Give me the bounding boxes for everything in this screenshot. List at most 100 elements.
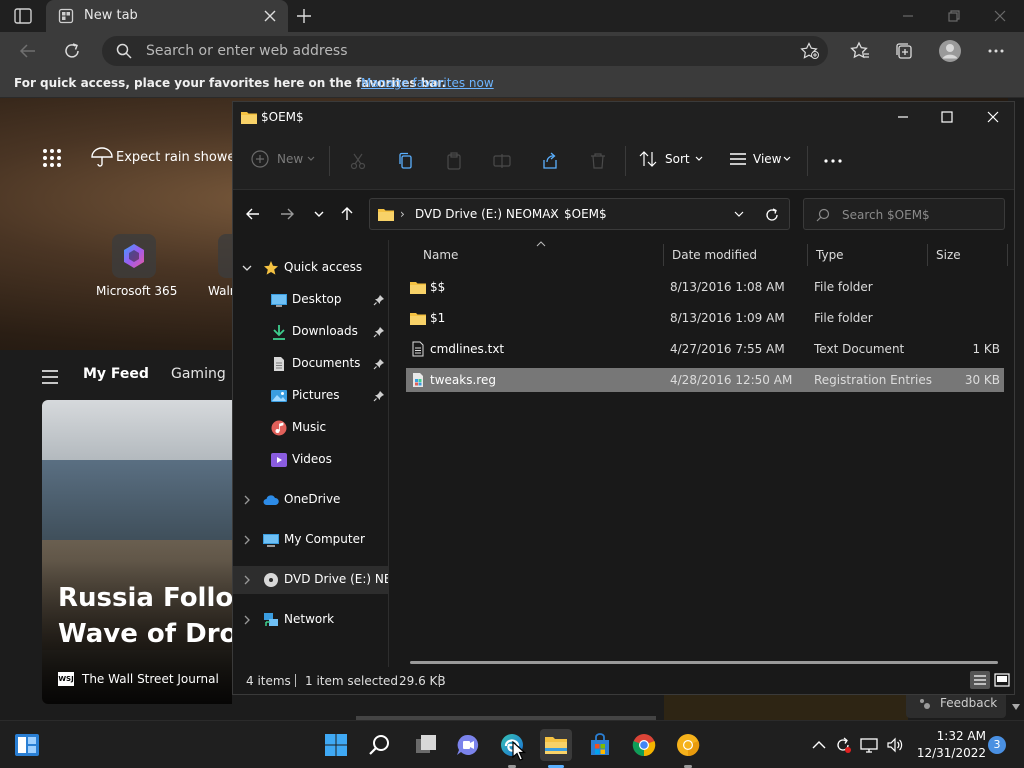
tree-item-pictures[interactable]: Pictures [233,382,388,410]
tree-item-my-computer[interactable]: My Computer [233,526,388,554]
tree-item-documents[interactable]: Documents [233,350,388,378]
explorer-title-bar[interactable]: $OEM$ [233,102,1014,132]
close-icon[interactable] [262,8,278,24]
pin-icon[interactable] [373,358,385,370]
more-options-icon[interactable] [986,41,1006,61]
navigation-bar: › DVD Drive (E:) NEOMAX › $OEM$ [233,190,1014,240]
breadcrumb-oem[interactable]: $OEM$ [564,207,607,221]
horizontal-scrollbar[interactable] [410,661,998,664]
collections-icon[interactable] [894,41,914,61]
chevron-right-icon[interactable] [241,534,253,546]
restore-icon[interactable] [946,8,962,24]
address-bar[interactable] [102,36,828,66]
sort-button[interactable]: Sort [639,150,703,172]
column-header-date-modified[interactable]: Date modified [664,240,808,270]
tree-item-music[interactable]: Music [233,414,388,442]
chrome-canary-app[interactable] [672,729,704,768]
tiles-view-icon[interactable] [992,671,1012,689]
news-headline: Russia Follows Wave of Dron [58,583,232,649]
clock-time[interactable]: 1:32 AM [922,729,986,743]
chevron-right-icon[interactable] [241,614,253,626]
paste-icon[interactable] [445,150,463,172]
forward-arrow-icon[interactable] [279,206,295,222]
column-header-name[interactable]: Name [415,240,664,270]
cut-icon[interactable] [349,150,367,172]
explorer-search-input[interactable] [842,206,992,224]
feed-tab-my-feed[interactable]: My Feed [83,366,149,382]
delete-icon[interactable] [589,150,607,172]
hamburger-menu-icon[interactable] [42,370,58,384]
minimize-icon[interactable] [895,109,911,125]
task-view-icon [416,735,436,753]
maximize-icon[interactable] [939,109,955,125]
tree-item-onedrive[interactable]: OneDrive [233,486,388,514]
network-icon[interactable] [860,736,878,754]
chevron-right-icon[interactable] [241,494,253,506]
volume-icon[interactable] [886,736,904,754]
column-header-type[interactable]: Type [808,240,928,270]
manage-favorites-link[interactable]: Manage favorites now [361,76,494,90]
pin-icon[interactable] [373,390,385,402]
minimize-icon[interactable] [900,8,916,24]
tree-item-quick-access[interactable]: Quick access [233,254,388,282]
window-close-icon[interactable] [985,109,1001,125]
address-input[interactable] [146,40,766,62]
scroll-down-arrow-icon[interactable] [1012,704,1020,710]
tab-new-tab[interactable]: New tab [46,0,288,32]
pin-icon[interactable] [373,326,385,338]
store-app[interactable] [584,729,616,761]
refresh-icon[interactable] [764,207,780,223]
add-favorite-icon[interactable] [800,42,820,60]
column-header-size[interactable]: Size [928,240,1008,270]
up-arrow-icon[interactable] [339,206,355,222]
chevron-up-icon[interactable] [810,736,828,754]
copy-icon[interactable] [397,150,415,172]
new-tab-plus-icon[interactable] [296,8,312,24]
task-view-button[interactable] [410,729,442,761]
chevron-right-icon[interactable] [241,574,253,586]
view-button[interactable]: View [729,150,793,172]
explorer-address-bar[interactable]: › DVD Drive (E:) NEOMAX › $OEM$ [369,198,790,230]
tree-item-videos[interactable]: Videos [233,446,388,474]
clock-date[interactable]: 12/31/2022 [912,746,986,760]
table-row[interactable]: $$ 8/13/2016 1:08 AM File folder [406,275,1004,299]
tree-item-desktop[interactable]: Desktop [233,286,388,314]
app-launcher-icon[interactable] [42,148,62,168]
feed-tab-gaming[interactable]: Gaming [171,366,226,382]
back-arrow-icon[interactable] [245,206,261,222]
details-view-icon[interactable] [970,671,990,689]
weather-text[interactable]: Expect rain showe... [116,150,248,165]
tree-item-dvd-drive[interactable]: DVD Drive (E:) NEOMAX [233,566,388,594]
widgets-icon[interactable] [14,733,40,757]
table-row[interactable]: $1 8/13/2016 1:09 AM File folder [406,306,1004,330]
chat-app[interactable] [452,729,484,761]
notification-badge[interactable]: 3 [988,736,1006,754]
back-arrow-icon[interactable] [18,41,38,61]
table-row[interactable]: cmdlines.txt 4/27/2016 7:55 AM Text Docu… [406,337,1004,361]
recent-locations-chevron-icon[interactable] [311,206,327,222]
window-close-icon[interactable] [992,8,1008,24]
tree-item-network[interactable]: Network [233,606,388,634]
chevron-down-icon[interactable] [734,211,744,219]
new-button[interactable]: New [251,150,317,172]
share-icon[interactable] [541,150,559,172]
chevron-down-icon[interactable] [241,262,253,274]
news-card[interactable]: Russia Follows Wave of Dron WSJ The Wall… [42,400,232,704]
start-button[interactable] [320,729,352,761]
table-row[interactable]: tweaks.reg 4/28/2016 12:50 AM Registrati… [406,368,1004,392]
rename-icon[interactable] [493,150,511,172]
pin-icon[interactable] [373,294,385,306]
favorites-icon[interactable] [850,41,870,61]
chrome-app[interactable] [628,729,660,761]
profile-avatar-icon[interactable] [938,39,962,63]
file-explorer-app[interactable] [540,729,572,768]
more-options-icon[interactable] [823,150,843,172]
taskbar-search-button[interactable] [364,729,396,761]
microsoft-365-tile[interactable] [112,234,156,278]
tree-item-downloads[interactable]: Downloads [233,318,388,346]
sync-alert-icon[interactable] [834,736,852,754]
tab-actions-icon[interactable] [14,8,32,24]
breadcrumb-dvd-drive[interactable]: DVD Drive (E:) NEOMAX [415,207,559,221]
explorer-search-box[interactable] [803,198,1005,230]
refresh-icon[interactable] [62,41,82,61]
